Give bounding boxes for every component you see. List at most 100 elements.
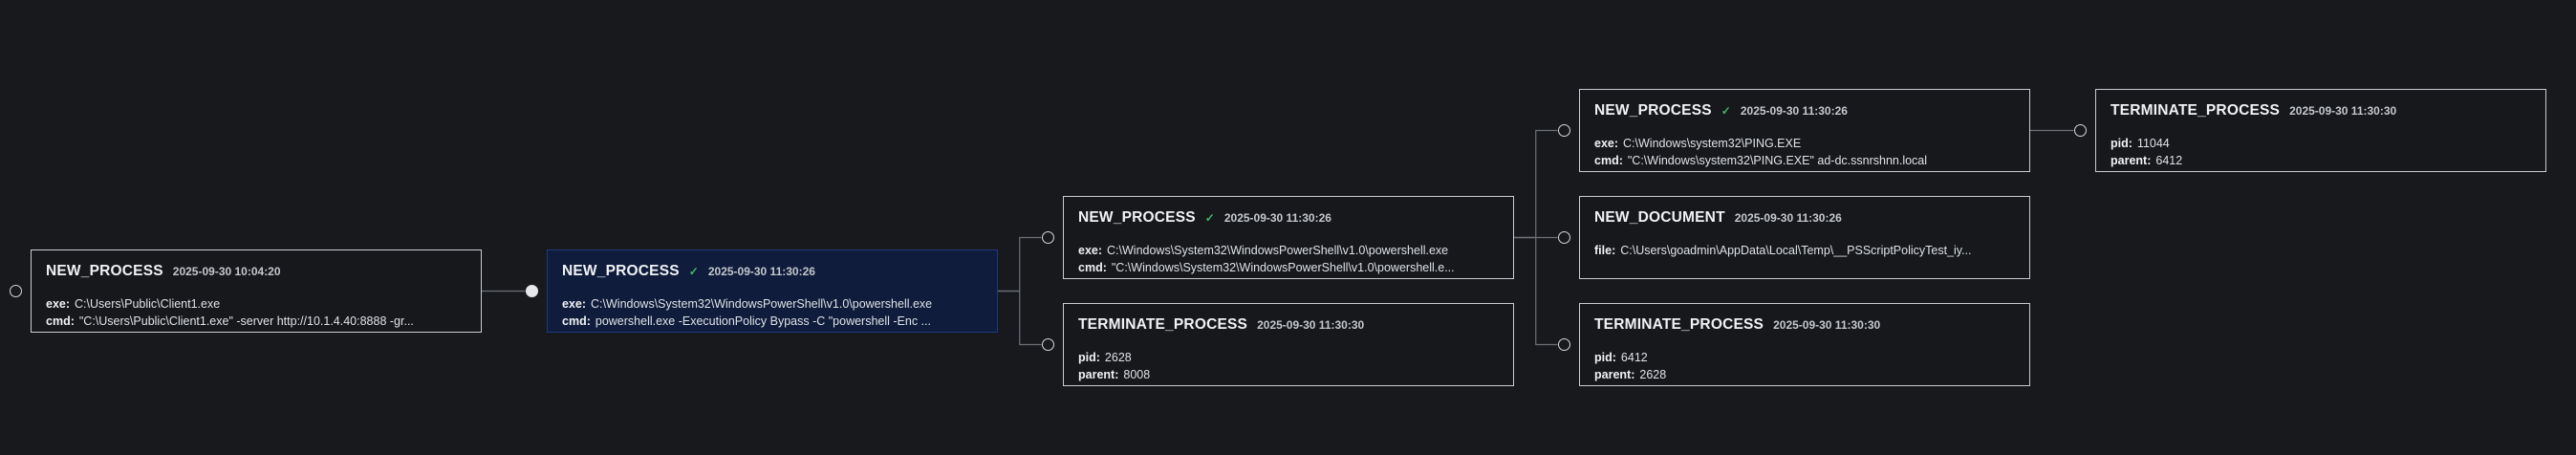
node-fields: pid: 11044 parent: 6412 bbox=[2111, 135, 2531, 169]
edge-connector bbox=[1514, 236, 1558, 346]
field-separator: : bbox=[2128, 137, 2132, 150]
field-value: 6412 bbox=[1620, 351, 1648, 364]
event-timestamp: 2025-09-30 11:30:26 bbox=[707, 265, 815, 278]
field-key: exe bbox=[46, 297, 66, 311]
field-row-pid: pid: 6412 bbox=[1594, 349, 2015, 366]
node-fields: pid: 2628 parent: 8008 bbox=[1078, 349, 1499, 383]
field-value: 11044 bbox=[2136, 137, 2170, 150]
event-node-terminate-process[interactable]: TERMINATE_PROCESS 2025-09-30 11:30:30 pid:… bbox=[1063, 303, 1514, 386]
field-value: 2628 bbox=[1639, 368, 1667, 381]
field-value: 2628 bbox=[1104, 351, 1132, 364]
circle-port-icon[interactable] bbox=[1557, 338, 1570, 351]
field-separator: : bbox=[1115, 368, 1119, 381]
check-icon: ✓ bbox=[1721, 104, 1731, 118]
node-fields: exe: C:\Users\Public\Client1.exe cmd: "C:\U… bbox=[46, 295, 466, 330]
field-value: powershell.exe -ExecutionPolicy Bypass -… bbox=[595, 314, 931, 328]
field-value: C:\Windows\System32\WindowsPowerShell\v1… bbox=[591, 297, 933, 311]
event-node-new-process[interactable]: NEW_PROCESS ✓ 2025-09-30 11:30:26 exe: C:\Wi… bbox=[1579, 89, 2030, 172]
field-separator: : bbox=[1102, 261, 1107, 274]
circle-port-icon[interactable] bbox=[1557, 124, 1570, 137]
field-key: exe bbox=[1594, 137, 1614, 150]
event-node-new-process[interactable]: NEW_PROCESS ✓ 2025-09-30 11:30:26 exe: C:\Wi… bbox=[1063, 196, 1514, 279]
check-icon: ✓ bbox=[688, 265, 699, 278]
field-separator: : bbox=[1097, 244, 1103, 257]
field-key: cmd bbox=[1078, 261, 1103, 274]
node-header: NEW_PROCESS ✓ 2025-09-30 11:30:26 bbox=[1594, 100, 2015, 121]
field-value: "C:\Users\Public\Client1.exe" -server ht… bbox=[78, 314, 414, 328]
field-separator: : bbox=[1613, 137, 1619, 150]
event-type-label: TERMINATE_PROCESS bbox=[1078, 316, 1248, 333]
field-key: file bbox=[1594, 244, 1613, 257]
event-type-label: NEW_PROCESS bbox=[1594, 102, 1712, 119]
node-fields: exe: C:\Windows\system32\PING.EXE cmd: "C:\… bbox=[1594, 135, 2015, 169]
event-node-new-process[interactable]: NEW_PROCESS ✓ 2025-09-30 11:30:26 exe: C:\Wi… bbox=[547, 249, 998, 333]
event-timestamp: 2025-09-30 10:04:20 bbox=[172, 265, 281, 278]
node-fields: exe: C:\Windows\System32\WindowsPowerShel… bbox=[1078, 242, 1499, 276]
field-row-pid: pid: 11044 bbox=[2111, 135, 2531, 152]
event-type-label: TERMINATE_PROCESS bbox=[1594, 316, 1764, 333]
circle-port-icon[interactable] bbox=[1557, 231, 1570, 244]
edge-connector bbox=[998, 290, 1042, 346]
event-timestamp: 2025-09-30 11:30:30 bbox=[2289, 104, 2397, 118]
check-icon: ✓ bbox=[1204, 211, 1215, 225]
field-row-cmd: cmd: "C:\Users\Public\Client1.exe" -serve… bbox=[46, 313, 466, 330]
field-key: parent bbox=[1078, 368, 1115, 381]
circle-port-icon[interactable] bbox=[1041, 338, 1054, 351]
field-separator: : bbox=[1618, 154, 1623, 167]
field-row-parent: parent: 2628 bbox=[1594, 366, 2015, 383]
field-separator: : bbox=[2147, 154, 2152, 167]
field-row-cmd: cmd: "C:\Windows\System32\WindowsPowerShe… bbox=[1078, 259, 1499, 276]
circle-port-icon[interactable] bbox=[2073, 124, 2087, 137]
event-timestamp: 2025-09-30 11:30:26 bbox=[1223, 211, 1331, 225]
field-row-exe: exe: C:\Windows\System32\WindowsPowerShel… bbox=[562, 295, 983, 313]
field-row-pid: pid: 2628 bbox=[1078, 349, 1499, 366]
field-key: exe bbox=[562, 297, 582, 311]
field-key: cmd bbox=[562, 314, 587, 328]
field-separator: : bbox=[70, 314, 75, 328]
circle-port-icon[interactable] bbox=[525, 285, 538, 297]
node-fields: file: C:\Users\goadmin\AppData\Local\Temp… bbox=[1594, 242, 2015, 259]
field-key: exe bbox=[1078, 244, 1098, 257]
field-value: C:\Users\Public\Client1.exe bbox=[75, 297, 221, 311]
field-value: C:\Windows\system32\PING.EXE bbox=[1623, 137, 1802, 150]
circle-port-icon[interactable] bbox=[9, 285, 22, 297]
event-node-new-process[interactable]: NEW_PROCESS 2025-09-30 10:04:20 exe: C:\Use… bbox=[31, 249, 482, 333]
field-separator: : bbox=[586, 314, 591, 328]
edge-connector bbox=[1514, 129, 1558, 239]
field-row-exe: exe: C:\Users\Public\Client1.exe bbox=[46, 295, 466, 313]
field-key: cmd bbox=[1594, 154, 1619, 167]
field-value: 8008 bbox=[1123, 368, 1151, 381]
field-value: "C:\Windows\system32\PING.EXE" ad-dc.ssn… bbox=[1627, 154, 1928, 167]
field-separator: : bbox=[581, 297, 587, 311]
event-node-terminate-process[interactable]: TERMINATE_PROCESS 2025-09-30 11:30:30 pid:… bbox=[2095, 89, 2546, 172]
process-tree-canvas[interactable]: NEW_PROCESS 2025-09-30 10:04:20 exe: C:\Use… bbox=[0, 0, 2576, 455]
field-row-cmd: cmd: powershell.exe -ExecutionPolicy Bypa… bbox=[562, 313, 983, 330]
field-value: 6412 bbox=[2155, 154, 2183, 167]
event-node-new-document[interactable]: NEW_DOCUMENT 2025-09-30 11:30:26 file: C:\U… bbox=[1579, 196, 2030, 279]
event-timestamp: 2025-09-30 11:30:30 bbox=[1257, 318, 1365, 332]
node-header: NEW_DOCUMENT 2025-09-30 11:30:26 bbox=[1594, 207, 2015, 228]
node-header: TERMINATE_PROCESS 2025-09-30 11:30:30 bbox=[2111, 100, 2531, 121]
event-type-label: NEW_PROCESS bbox=[562, 263, 680, 279]
field-key: parent bbox=[1594, 368, 1632, 381]
field-key: pid bbox=[2111, 137, 2129, 150]
event-type-label: NEW_PROCESS bbox=[46, 263, 163, 279]
field-separator: : bbox=[1631, 368, 1635, 381]
node-fields: exe: C:\Windows\System32\WindowsPowerShel… bbox=[562, 295, 983, 330]
field-separator: : bbox=[1612, 351, 1616, 364]
field-row-parent: parent: 6412 bbox=[2111, 152, 2531, 169]
field-separator: : bbox=[1095, 351, 1100, 364]
edge-connector bbox=[998, 236, 1042, 292]
field-row-exe: exe: C:\Windows\System32\WindowsPowerShel… bbox=[1078, 242, 1499, 259]
event-type-label: TERMINATE_PROCESS bbox=[2111, 102, 2281, 119]
field-key: cmd bbox=[46, 314, 71, 328]
field-value: C:\Users\goadmin\AppData\Local\Temp\__PS… bbox=[1620, 244, 1972, 257]
field-value: C:\Windows\System32\WindowsPowerShell\v1… bbox=[1107, 244, 1449, 257]
node-header: NEW_PROCESS 2025-09-30 10:04:20 bbox=[46, 261, 466, 282]
node-header: NEW_PROCESS ✓ 2025-09-30 11:30:26 bbox=[562, 261, 983, 282]
event-node-terminate-process[interactable]: TERMINATE_PROCESS 2025-09-30 11:30:30 pid:… bbox=[1579, 303, 2030, 386]
circle-port-icon[interactable] bbox=[1041, 231, 1054, 244]
field-key: pid bbox=[1594, 351, 1613, 364]
node-header: TERMINATE_PROCESS 2025-09-30 11:30:30 bbox=[1594, 314, 2015, 336]
field-row-cmd: cmd: "C:\Windows\system32\PING.EXE" ad-dc… bbox=[1594, 152, 2015, 169]
